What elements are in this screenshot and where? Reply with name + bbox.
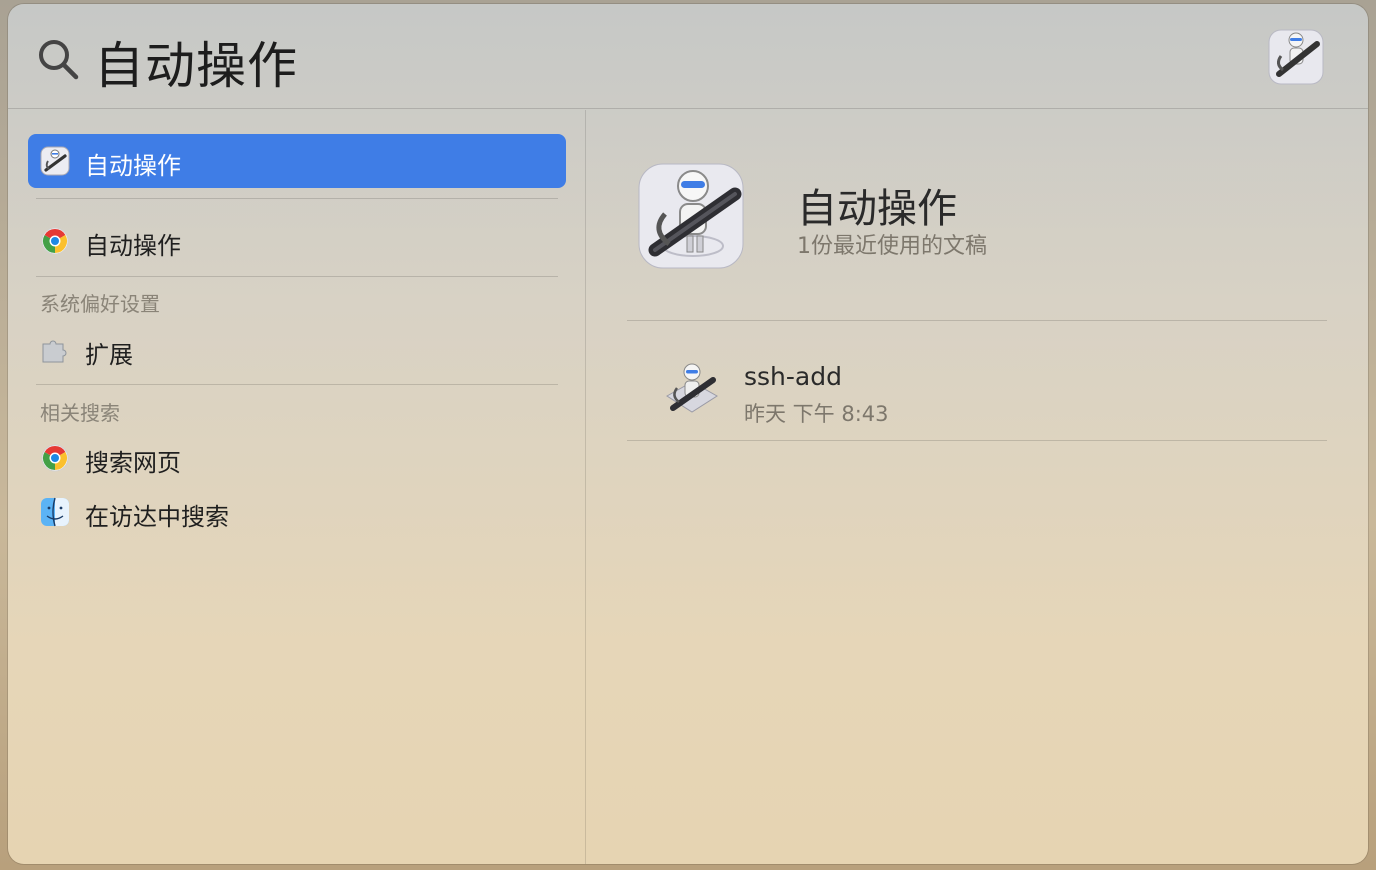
- preview-title: 自动操作: [797, 186, 957, 232]
- spotlight-window: 自动操作 自动操作 自动操作 系统偏好设置 扩展 相关搜索 搜索网页 在访达中搜…: [8, 4, 1368, 864]
- automator-document-icon[interactable]: [663, 360, 721, 422]
- automator-icon: [638, 163, 744, 269]
- web-result-automator[interactable]: 自动操作: [28, 214, 566, 268]
- extensions-puzzle-icon: [42, 340, 67, 363]
- recent-document-name[interactable]: ssh-add: [744, 362, 842, 391]
- spotlight-search-bar[interactable]: 自动操作: [8, 4, 1368, 109]
- related-search-web-label: 搜索网页: [85, 449, 181, 477]
- top-hit-automator[interactable]: 自动操作: [28, 134, 566, 188]
- result-extensions-label: 扩展: [85, 341, 133, 369]
- preview-subtitle: 1份最近使用的文稿: [797, 234, 987, 259]
- preview-pane: 自动操作 1份最近使用的文稿 ssh-add 昨天 下午 8:43: [587, 110, 1368, 864]
- magnifying-glass-icon: [39, 40, 79, 80]
- automator-icon: [1268, 29, 1324, 85]
- search-query-text[interactable]: 自动操作: [94, 26, 298, 98]
- web-result-label: 自动操作: [85, 232, 181, 260]
- results-list: 自动操作 自动操作 系统偏好设置 扩展 相关搜索 搜索网页 在访达中搜索: [8, 110, 586, 864]
- related-search-web[interactable]: 搜索网页: [28, 431, 566, 485]
- finder-icon: [41, 497, 69, 527]
- related-search-finder-label: 在访达中搜索: [85, 503, 229, 531]
- section-heading-system-preferences: 系统偏好设置: [40, 292, 160, 316]
- recent-document-time: 昨天 下午 8:43: [744, 402, 889, 426]
- related-search-finder[interactable]: 在访达中搜索: [28, 485, 566, 539]
- chrome-icon: [41, 444, 69, 472]
- divider: [36, 198, 558, 199]
- divider: [627, 440, 1327, 441]
- automator-icon: [40, 146, 70, 176]
- divider: [36, 276, 558, 277]
- section-heading-related-searches: 相关搜索: [40, 401, 120, 425]
- top-hit-label: 自动操作: [85, 152, 181, 180]
- divider: [36, 384, 558, 385]
- chrome-icon: [41, 227, 69, 255]
- divider: [627, 320, 1327, 321]
- result-extensions[interactable]: 扩展: [28, 323, 566, 377]
